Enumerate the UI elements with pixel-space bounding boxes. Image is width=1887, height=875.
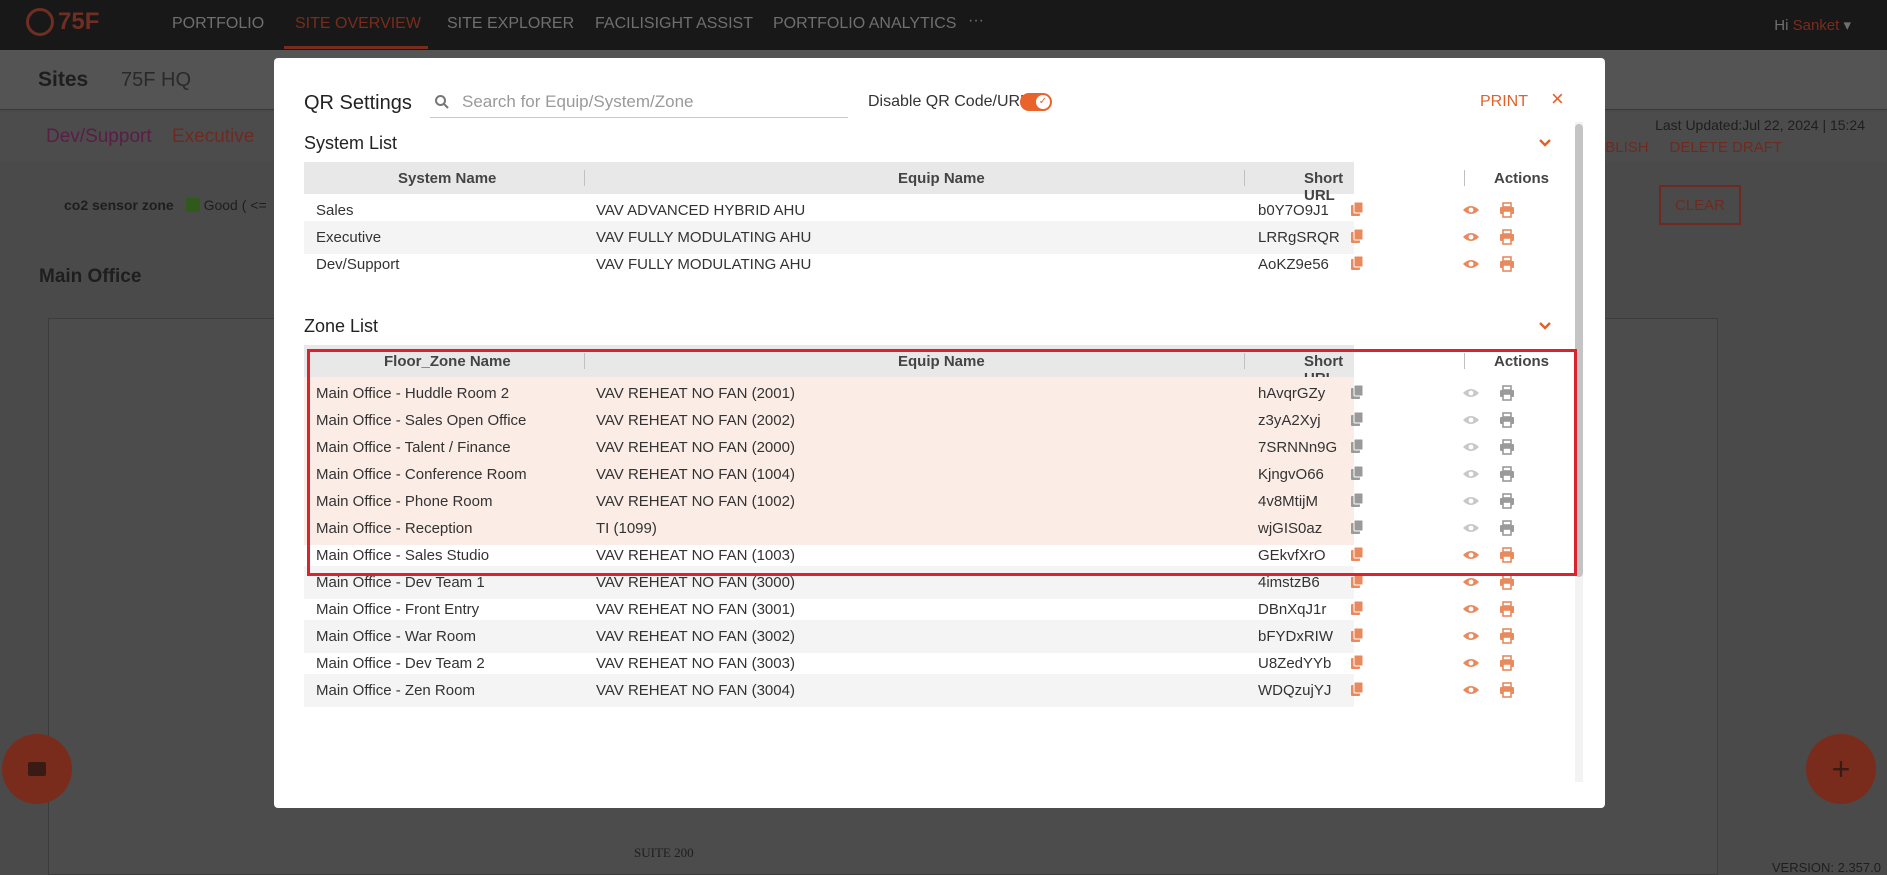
column-divider[interactable] — [1244, 170, 1245, 186]
chat-button[interactable] — [2, 734, 72, 804]
system-list-title: System List — [304, 133, 398, 153]
highlight-box — [307, 349, 1577, 576]
column-divider[interactable] — [584, 170, 585, 186]
copy-icon[interactable] — [1350, 600, 1364, 616]
eye-icon[interactable] — [1462, 576, 1480, 588]
eye-icon[interactable] — [1462, 231, 1480, 243]
eye-icon[interactable] — [1462, 258, 1480, 270]
search-input[interactable] — [462, 91, 842, 112]
top-navigation: 75F PORTFOLIO SITE OVERVIEW SITE EXPLORE… — [0, 0, 1887, 50]
table-row[interactable]: Dev/Support VAV FULLY MODULATING AHU AoK… — [304, 248, 1514, 281]
print-button[interactable]: PRINT — [1480, 93, 1528, 111]
site-name[interactable]: 75F HQ — [121, 69, 191, 92]
nav-facilisight-assist[interactable]: FACILISIGHT ASSIST — [595, 15, 753, 33]
print-icon[interactable] — [1499, 682, 1515, 698]
nav-portfolio[interactable]: PORTFOLIO — [172, 15, 264, 33]
row-short-url[interactable]: bFYDxRIW — [1258, 628, 1333, 645]
eye-icon[interactable] — [1462, 603, 1480, 615]
row-name: Main Office - Dev Team 1 — [316, 574, 485, 591]
copy-icon[interactable] — [1350, 681, 1364, 697]
row-short-url[interactable]: 4imstzB6 — [1258, 574, 1320, 591]
system-table-header: System Name Equip Name Short URL Actions — [304, 162, 1549, 204]
zone-list-title: Zone List — [304, 316, 379, 336]
nav-site-overview[interactable]: SITE OVERVIEW — [295, 15, 421, 33]
row-equip: VAV REHEAT NO FAN (3001) — [596, 601, 795, 618]
row-short-url[interactable]: AoKZ9e56 — [1258, 256, 1329, 273]
row-equip: VAV REHEAT NO FAN (3003) — [596, 655, 795, 672]
nav-portfolio-analytics[interactable]: PORTFOLIO ANALYTICS — [773, 15, 956, 33]
print-icon[interactable] — [1499, 628, 1515, 644]
tab-dev-support[interactable]: Dev/Support — [46, 126, 152, 148]
chat-icon — [28, 762, 46, 776]
eye-icon[interactable] — [1462, 204, 1480, 216]
logo-icon — [26, 8, 54, 36]
nav-active-indicator — [284, 46, 428, 49]
floor-title: Main Office — [39, 266, 142, 287]
row-equip: VAV REHEAT NO FAN (3002) — [596, 628, 795, 645]
row-short-url[interactable]: b0Y7O9J1 — [1258, 202, 1329, 219]
legend: co2 sensor zone Good ( <= — [64, 197, 267, 213]
row-short-url[interactable]: WDQzujYJ — [1258, 682, 1331, 699]
eye-icon[interactable] — [1462, 630, 1480, 642]
tab-executive[interactable]: Executive — [172, 126, 254, 148]
sites-label: Sites — [38, 68, 89, 91]
copy-icon[interactable] — [1350, 255, 1364, 271]
legend-good-swatch — [185, 198, 200, 212]
row-short-url[interactable]: DBnXqJ1r — [1258, 601, 1326, 618]
suite-label: SUITE 200 — [634, 845, 694, 860]
table-row[interactable]: Main Office - Zen Room VAV REHEAT NO FAN… — [304, 674, 1514, 707]
copy-icon[interactable] — [1350, 654, 1364, 670]
eye-icon[interactable] — [1462, 657, 1480, 669]
row-equip: VAV ADVANCED HYBRID AHU — [596, 202, 806, 219]
header-actions: Actions — [1494, 170, 1550, 187]
print-icon[interactable] — [1499, 229, 1515, 245]
search-field — [430, 86, 848, 118]
nav-site-explorer[interactable]: SITE EXPLORER — [447, 15, 574, 33]
row-short-url[interactable]: LRRgSRQR — [1258, 229, 1340, 246]
print-icon[interactable] — [1499, 601, 1515, 617]
add-button[interactable]: + — [1806, 734, 1876, 804]
copy-icon[interactable] — [1350, 228, 1364, 244]
print-icon[interactable] — [1499, 655, 1515, 671]
row-equip: VAV REHEAT NO FAN (3000) — [596, 574, 795, 591]
row-name: Main Office - War Room — [316, 628, 477, 645]
row-name: Dev/Support — [316, 256, 400, 273]
print-icon[interactable] — [1499, 574, 1515, 590]
disable-qr-label: Disable QR Code/URL — [868, 93, 1029, 110]
last-updated: Last Updated:Jul 22, 2024 | 15:24 — [1655, 117, 1865, 133]
copy-icon[interactable] — [1350, 627, 1364, 643]
eye-icon[interactable] — [1462, 684, 1480, 696]
close-icon[interactable]: × — [1551, 88, 1564, 110]
chevron-down-icon[interactable] — [1538, 321, 1552, 331]
print-icon[interactable] — [1499, 202, 1515, 218]
publish-actions: PUBLISH DELETE DRAFT — [1584, 139, 1782, 156]
print-icon[interactable] — [1499, 256, 1515, 272]
check-icon: ✓ — [1036, 95, 1050, 109]
delete-draft-button[interactable]: DELETE DRAFT — [1669, 139, 1782, 156]
row-name: Executive — [316, 229, 382, 246]
clear-button[interactable]: CLEAR — [1659, 185, 1741, 225]
chevron-down-icon[interactable] — [1538, 138, 1552, 148]
user-greeting[interactable]: Hi Sanket ▾ — [1774, 16, 1851, 34]
column-divider[interactable] — [1464, 170, 1465, 186]
row-name: Sales — [316, 202, 354, 219]
version-label: VERSION: 2.357.0 — [1771, 860, 1881, 875]
row-short-url[interactable]: U8ZedYYb — [1258, 655, 1331, 672]
header-system-name: System Name — [398, 170, 497, 187]
search-icon — [435, 94, 449, 109]
header-equip-name: Equip Name — [898, 170, 985, 187]
row-name: Main Office - Zen Room — [316, 682, 475, 699]
row-equip: VAV FULLY MODULATING AHU — [596, 229, 812, 246]
disable-qr-toggle[interactable]: ✓ — [1020, 93, 1052, 111]
modal-title: QR Settings — [304, 92, 412, 114]
nav-more[interactable]: ··· — [968, 12, 984, 30]
row-equip: VAV FULLY MODULATING AHU — [596, 256, 812, 273]
brand-logo[interactable]: 75F — [26, 8, 99, 36]
row-name: Main Office - Front Entry — [316, 601, 480, 618]
row-equip: VAV REHEAT NO FAN (3004) — [596, 682, 795, 699]
plus-icon: + — [1831, 750, 1851, 787]
copy-icon[interactable] — [1350, 201, 1364, 217]
row-name: Main Office - Dev Team 2 — [316, 655, 485, 672]
